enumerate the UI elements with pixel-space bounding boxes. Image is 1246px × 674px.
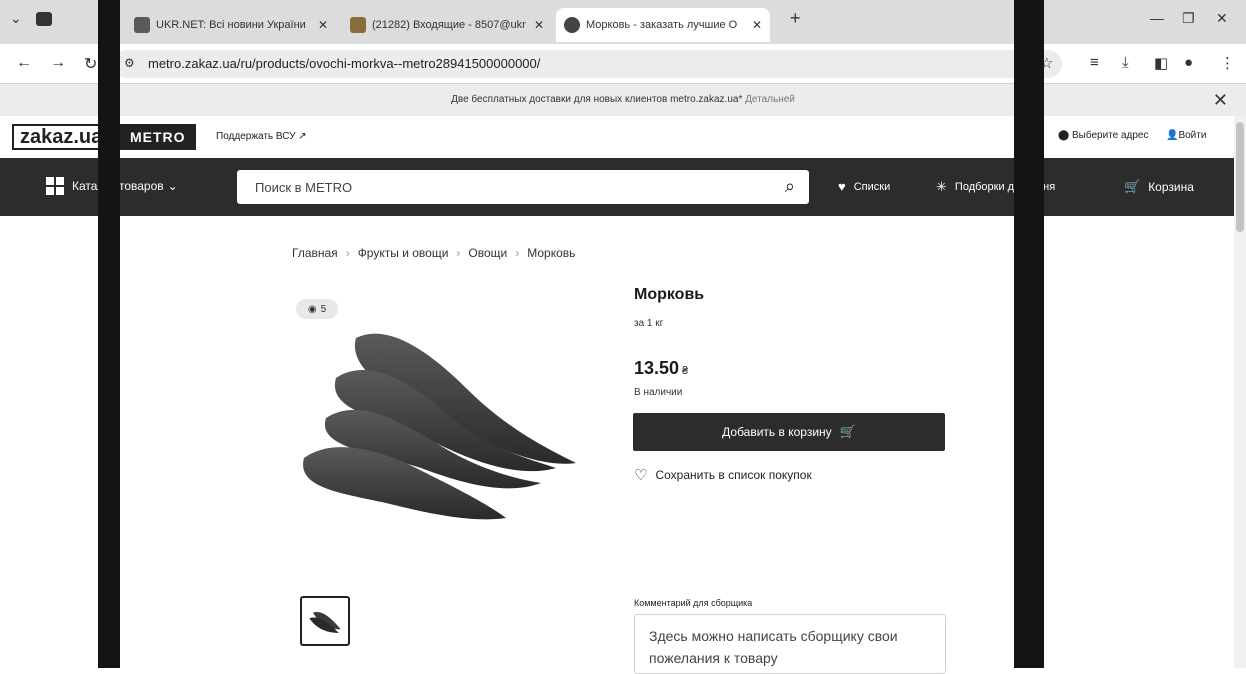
promo-banner: Две бесплатных доставки для новых клиент… (0, 84, 1246, 116)
tab-title: (21282) Входящие - 8507@ukr (372, 19, 526, 31)
zakaz-favicon-icon (564, 17, 580, 33)
comment-textarea[interactable]: Здесь можно написать сборщику свои пожел… (634, 614, 946, 674)
comment-label: Комментарий для сборщика (634, 598, 753, 608)
views-badge: ◉ 5 (296, 299, 338, 319)
scrollbar-thumb[interactable] (1236, 122, 1244, 232)
comment-placeholder: Здесь можно написать сборщику свои пожел… (649, 628, 898, 666)
chevron-right-icon: › (345, 246, 350, 260)
cart-label: Корзина (1148, 180, 1194, 194)
product-price: 13.50 ₴ (634, 358, 688, 379)
reading-mode-icon[interactable]: ≡ (1090, 54, 1099, 71)
breadcrumb: Главная › Фрукты и овощи › Овощи › Морко… (292, 246, 575, 260)
download-icon[interactable]: ⤓ (1122, 54, 1129, 71)
cart-link[interactable]: 🛒 Корзина (1124, 179, 1194, 195)
new-tab-button[interactable]: + (790, 8, 801, 29)
site-settings-icon[interactable]: ⚙ (124, 56, 135, 70)
choose-address-button[interactable]: ⬤ Выберите адрес (1058, 130, 1149, 141)
chevron-right-icon: › (515, 246, 520, 260)
views-count: 5 (320, 303, 327, 315)
save-to-list-button[interactable]: ♡ Сохранить в список покупок (634, 466, 812, 484)
browser-tab-strip: ⌄ UKR.NET: Всі новини України ✕ (21282) … (0, 0, 1246, 44)
page-scrollbar[interactable] (1234, 116, 1246, 668)
cart-icon: 🛒 (839, 424, 856, 439)
breadcrumb-current: Морковь (527, 246, 576, 260)
support-army-link[interactable]: Поддержать ВСУ ↗ (216, 131, 307, 142)
scan-artifact (98, 0, 120, 668)
tab-title: UKR.NET: Всі новини України (156, 19, 306, 31)
url-text: metro.zakaz.ua/ru/products/ovochi-morkva… (148, 56, 541, 71)
heart-icon: ♥ (838, 179, 846, 194)
add-to-cart-button[interactable]: Добавить в корзину 🛒 (633, 413, 945, 451)
side-panel-icon[interactable]: ◧ (1154, 54, 1168, 72)
profile-avatar-icon[interactable]: ● (1184, 54, 1193, 71)
tab-mail[interactable]: (21282) Входящие - 8507@ukr ✕ (342, 8, 552, 42)
zakaz-logo[interactable]: zakaz.ua (12, 124, 111, 150)
address-bar[interactable]: ⚙ metro.zakaz.ua/ru/products/ovochi-mork… (112, 50, 1062, 78)
site-header: zakaz.ua METRO Поддержать ВСУ ↗ ⬤ Выбери… (0, 116, 1246, 158)
minimize-icon[interactable]: — (1150, 10, 1164, 26)
price-value: 13.50 (634, 358, 680, 378)
main-nav: Каталог товаров ⌄ Поиск в METRO ⌕ ♥ Спис… (0, 158, 1246, 216)
search-input[interactable]: Поиск в METRO ⌕ (237, 170, 809, 204)
login-label: Войти (1178, 130, 1207, 141)
tab-title: Морковь - заказать лучшие О (586, 19, 738, 31)
breadcrumb-item[interactable]: Фрукты и овощи (358, 246, 449, 260)
lists-label: Списки (853, 180, 891, 193)
close-tab-icon[interactable]: ✕ (318, 18, 328, 32)
back-icon[interactable]: ← (16, 54, 32, 72)
metro-logo[interactable]: METRO (120, 124, 196, 150)
breadcrumb-item[interactable]: Главная (292, 246, 338, 260)
search-icon[interactable]: ⌕ (785, 176, 795, 197)
reload-icon[interactable]: ↻ (84, 54, 97, 74)
save-to-list-label: Сохранить в список покупок (655, 468, 812, 482)
close-tab-icon[interactable]: ✕ (752, 18, 762, 32)
browser-toolbar: ← → ↻ ⚙ metro.zakaz.ua/ru/products/ovoch… (0, 44, 1246, 84)
ukrnet-favicon-icon (134, 17, 150, 33)
user-icon: 👤 (1166, 130, 1179, 141)
breadcrumb-item[interactable]: Овощи (468, 246, 507, 260)
currency-sign: ₴ (682, 365, 689, 377)
close-tab-icon[interactable]: ✕ (534, 18, 544, 32)
add-to-cart-label: Добавить в корзину (722, 425, 832, 439)
product-thumbnail[interactable] (300, 596, 350, 646)
carrot-illustration (303, 333, 576, 520)
chevron-down-icon: ⌄ (167, 179, 178, 193)
forward-icon[interactable]: → (50, 54, 66, 72)
product-title: Морковь (634, 286, 705, 303)
cart-icon: 🛒 (1124, 179, 1141, 194)
close-icon[interactable]: ✕ (1213, 88, 1228, 112)
sparkle-icon: ✳ (936, 179, 947, 194)
lists-link[interactable]: ♥ Списки (838, 179, 890, 194)
promo-text: Две бесплатных доставки для новых клиент… (451, 94, 743, 105)
heart-outline-icon: ♡ (634, 467, 648, 484)
mail-favicon-icon (350, 17, 366, 33)
close-window-icon[interactable]: ✕ (1216, 10, 1228, 27)
tab-product[interactable]: Морковь - заказать лучшие О ✕ (556, 8, 770, 42)
catalog-grid-icon (46, 177, 64, 195)
search-placeholder: Поиск в METRO (255, 180, 353, 195)
choose-address-label: Выберите адрес (1071, 130, 1149, 141)
stock-status: В наличии (634, 387, 683, 398)
location-pin-icon: ⬤ (1058, 130, 1072, 141)
tab-search-icon[interactable]: ⌄ (10, 10, 22, 27)
login-button[interactable]: 👤Войти (1166, 130, 1206, 141)
restore-icon[interactable]: ❐ (1182, 10, 1195, 27)
menu-kebab-icon[interactable]: ⋮ (1220, 54, 1235, 72)
youtube-pinned-icon[interactable] (36, 12, 52, 26)
chevron-right-icon: › (456, 246, 461, 260)
eye-icon: ◉ (307, 303, 317, 315)
tab-ukrnet[interactable]: UKR.NET: Всі новини України ✕ (126, 8, 336, 42)
scan-artifact (1014, 0, 1044, 668)
product-image[interactable] (296, 318, 596, 532)
promo-details-link[interactable]: Детальней (745, 94, 795, 105)
product-unit: за 1 кг (634, 318, 664, 329)
